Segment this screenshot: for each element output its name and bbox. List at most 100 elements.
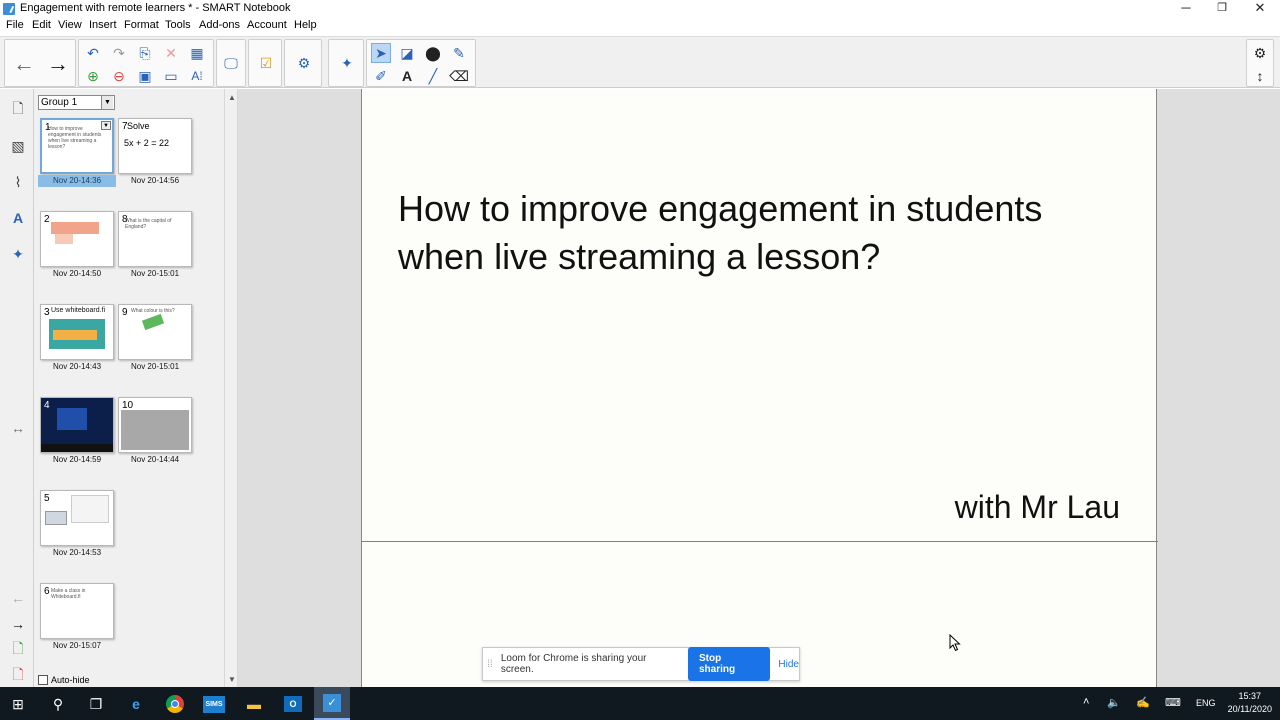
page-thumb-7[interactable]: 7 Solve 5x + 2 = 22: [118, 118, 192, 174]
page-number: 5: [44, 493, 50, 504]
fill-icon[interactable]: ⬤: [423, 43, 443, 63]
outlook-icon[interactable]: O: [281, 692, 305, 716]
page-thumb-3[interactable]: 3 Use whiteboard.fi: [40, 304, 114, 360]
chrome-icon[interactable]: [163, 692, 187, 716]
edge-browser-icon[interactable]: e: [124, 692, 148, 716]
group-select[interactable]: Group 1: [38, 95, 115, 110]
paste-icon[interactable]: ⎘: [135, 43, 155, 63]
file-explorer-icon[interactable]: ▬: [242, 692, 266, 716]
attachments-icon[interactable]: ⌇: [7, 171, 29, 193]
scroll-up-icon[interactable]: ▲: [227, 93, 237, 103]
clock[interactable]: 15:37 20/11/2020: [1228, 690, 1272, 716]
page-thumb-2[interactable]: 2: [40, 211, 114, 267]
add-page-rail-icon[interactable]: 🗋: [7, 639, 29, 661]
save-icon[interactable]: ▣: [135, 66, 155, 86]
thumb-image: [141, 313, 165, 331]
page-thumb-4[interactable]: 4: [40, 397, 114, 453]
language-indicator[interactable]: ENG: [1196, 698, 1216, 708]
text-tool-icon[interactable]: A: [397, 66, 417, 86]
screen-capture-icon[interactable]: 🖵: [221, 53, 241, 73]
slide-subtitle[interactable]: with Mr Lau: [955, 489, 1120, 526]
addon-puzzle-icon[interactable]: ⚙: [294, 53, 314, 73]
redo-icon[interactable]: ↷: [109, 43, 129, 63]
pens-icon[interactable]: ✐: [371, 66, 391, 86]
slide-title[interactable]: How to improve engagement in students wh…: [398, 185, 1138, 281]
select-pointer-icon[interactable]: ➤: [371, 43, 391, 63]
search-icon[interactable]: ⚲: [46, 692, 70, 716]
menu-help[interactable]: Help: [294, 19, 317, 31]
pen-icon[interactable]: ✎: [449, 43, 469, 63]
tools-group: ➤ ◪ ⬤ ✎ ✐ A ╱ ⌫: [366, 39, 476, 87]
page-thumb-6[interactable]: 6 Make a class in Whiteboard.fi: [40, 583, 114, 639]
hide-banner-link[interactable]: Hide: [778, 659, 799, 670]
sims-app-icon[interactable]: SIMS: [202, 692, 226, 716]
minimize-button[interactable]: ─: [1168, 0, 1204, 18]
page-thumb-5[interactable]: 5: [40, 490, 114, 546]
windows-start-icon[interactable]: ⊞: [6, 692, 30, 716]
auto-hide-toggle[interactable]: Auto-hide: [38, 675, 90, 685]
stop-sharing-button[interactable]: Stop sharing: [687, 647, 771, 681]
text-properties-icon[interactable]: A⁞: [187, 66, 207, 86]
menu-bar: File Edit View Insert Format Tools Add-o…: [0, 18, 1280, 34]
page-thumb-1[interactable]: 1 How to improve engagement in students …: [40, 118, 114, 174]
page-date: Nov 20-14:59: [52, 455, 102, 464]
show-hidden-icons-icon[interactable]: ˄: [1083, 696, 1089, 708]
line-icon[interactable]: ╱: [423, 66, 443, 86]
resize-sidebar-icon[interactable]: ↔: [7, 417, 29, 439]
menu-insert[interactable]: Insert: [89, 19, 117, 31]
scroll-down-icon[interactable]: ▼: [227, 675, 237, 685]
delete-page-icon[interactable]: ⊖: [109, 66, 129, 86]
menu-edit[interactable]: Edit: [32, 19, 51, 31]
next-page-icon[interactable]: →: [7, 613, 29, 635]
eraser-icon[interactable]: ⌫: [449, 66, 469, 86]
addons-tab-icon[interactable]: ✦: [7, 243, 29, 265]
pen-workspace-icon[interactable]: ✍: [1136, 696, 1150, 709]
shapes-icon[interactable]: ◪: [397, 43, 417, 63]
screen-shade-icon[interactable]: ▭: [161, 66, 181, 86]
thumb-text: How to improve engagement in students wh…: [48, 126, 102, 150]
title-bar: Engagement with remote learners * - SMAR…: [0, 0, 1280, 18]
add-page-icon[interactable]: ⊕: [83, 66, 103, 86]
menu-format[interactable]: Format: [124, 19, 159, 31]
restore-button[interactable]: ❐: [1204, 0, 1240, 18]
move-toolbar-icon[interactable]: ↕: [1250, 66, 1270, 86]
keyboard-icon[interactable]: ⌨: [1165, 696, 1181, 709]
drag-handle-icon[interactable]: ⁞⁞: [483, 659, 497, 670]
thumb-menu-icon[interactable]: ▼: [101, 121, 111, 130]
menu-add-ons[interactable]: Add-ons: [199, 19, 240, 31]
lesson-activity-puzzle-icon[interactable]: ✦: [337, 53, 357, 73]
settings-group: ⚙ ↕: [1246, 39, 1274, 87]
notebook-page[interactable]: How to improve engagement in students wh…: [361, 89, 1158, 687]
page-date: Nov 20-14:43: [52, 362, 102, 371]
page-thumb-10[interactable]: 10: [118, 397, 192, 453]
close-button[interactable]: ✕: [1242, 0, 1278, 18]
thumb-text: What is the capital of England?: [125, 218, 172, 230]
side-tabs: 🗋 ▧ ⌇ A ✦ ↔ ← → 🗋 🗋: [0, 89, 34, 687]
page-date: Nov 20-15:01: [130, 269, 180, 278]
delete-icon[interactable]: ✕: [161, 43, 181, 63]
response-checkbox-icon[interactable]: ☑: [256, 53, 276, 73]
menu-tools[interactable]: Tools: [165, 19, 191, 31]
back-arrow-icon[interactable]: ←: [9, 49, 39, 79]
menu-file[interactable]: File: [6, 19, 24, 31]
task-view-icon[interactable]: ❐: [84, 692, 108, 716]
auto-hide-checkbox[interactable]: [38, 675, 48, 685]
delete-page-rail-icon[interactable]: 🗋: [7, 665, 29, 687]
page-sorter-icon[interactable]: 🗋: [7, 99, 29, 121]
properties-icon[interactable]: A: [7, 207, 29, 229]
thumb-equation: 5x + 2 = 22: [124, 138, 170, 148]
gallery-icon[interactable]: ▧: [7, 135, 29, 157]
undo-icon[interactable]: ↶: [83, 43, 103, 63]
menu-account[interactable]: Account: [247, 19, 287, 31]
forward-arrow-icon[interactable]: →: [43, 49, 73, 79]
gear-icon[interactable]: ⚙: [1250, 43, 1270, 63]
page-number: 4: [44, 400, 50, 411]
page-thumb-8[interactable]: 8 What is the capital of England?: [118, 211, 192, 267]
table-icon[interactable]: ▦: [187, 43, 207, 63]
volume-icon[interactable]: 🔈: [1107, 696, 1121, 709]
sorter-scrollbar[interactable]: ▲ ▼: [224, 89, 238, 687]
smart-notebook-taskbar-icon[interactable]: ✓: [314, 687, 350, 720]
menu-view[interactable]: View: [58, 19, 82, 31]
page-thumb-9[interactable]: 9 What colour is this?: [118, 304, 192, 360]
previous-page-icon[interactable]: ←: [7, 587, 29, 609]
